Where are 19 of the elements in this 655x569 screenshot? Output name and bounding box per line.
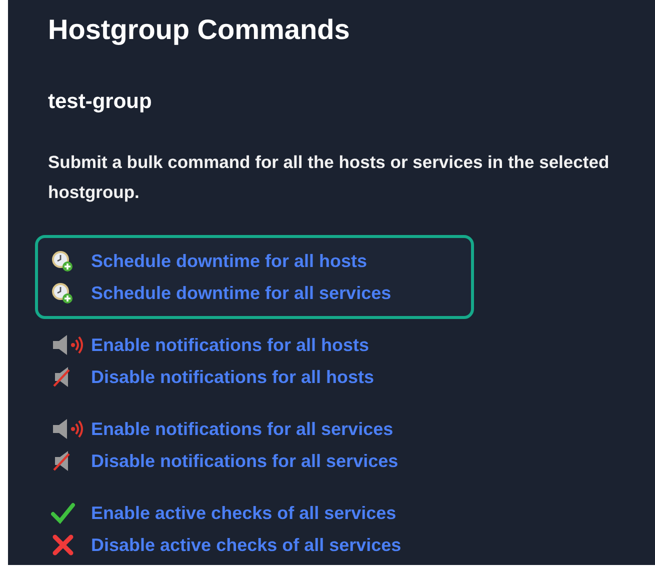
command-link[interactable]: Disable notifications for all services (91, 450, 398, 472)
command-link[interactable]: Schedule downtime for all hosts (91, 250, 368, 272)
muted-speaker-icon (51, 450, 73, 472)
hostgroup-name: test-group (48, 90, 153, 114)
command-link[interactable]: Disable notifications for all hosts (91, 366, 374, 388)
clock-icon (51, 282, 73, 304)
muted-speaker-icon (51, 366, 73, 388)
speaker-icon (51, 418, 85, 440)
command-link[interactable]: Enable active checks of all services (91, 502, 396, 524)
description: Submit a bulk command for all the hosts or services in the selected hostgroup. (48, 151, 610, 204)
command-link[interactable]: Schedule downtime for all services (91, 282, 392, 304)
checkmark-icon (51, 502, 75, 524)
command-link[interactable]: Enable notifications for all hosts (91, 334, 370, 356)
command-link[interactable]: Enable notifications for all services (91, 418, 394, 440)
speaker-icon (51, 334, 85, 356)
cross-icon (51, 534, 75, 556)
page-title: Hostgroup Commands (48, 13, 351, 47)
command-link[interactable]: Disable active checks of all services (91, 534, 402, 556)
clock-icon (51, 250, 73, 272)
